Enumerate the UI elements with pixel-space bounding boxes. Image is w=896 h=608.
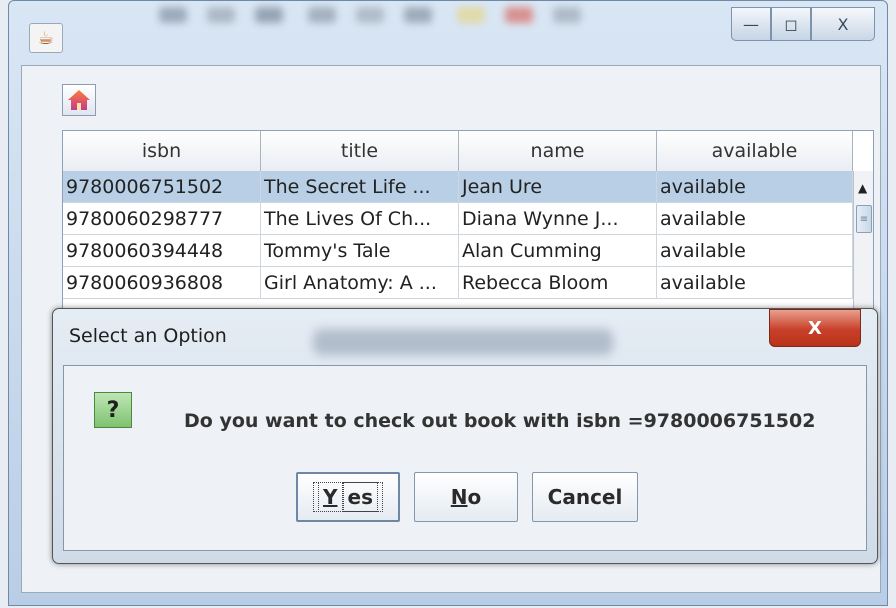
yes-button[interactable]: Yes (296, 472, 400, 522)
maximize-icon: ◻ (784, 14, 798, 34)
column-header-available[interactable]: available (657, 131, 853, 171)
cell-title[interactable]: Tommy's Tale (261, 235, 459, 267)
java-cup-icon[interactable]: ☕ (29, 23, 63, 53)
cell-isbn[interactable]: 9780006751502 (63, 171, 261, 203)
cell-name[interactable]: Jean Ure (459, 171, 657, 203)
cell-isbn[interactable]: 9780060394448 (63, 235, 261, 267)
cell-name[interactable]: Alan Cumming (459, 235, 657, 267)
close-icon: X (837, 14, 849, 34)
cell-available[interactable]: available (657, 235, 853, 267)
minimize-button[interactable]: — (731, 7, 771, 41)
blurred-taskbar-icons (149, 7, 669, 37)
table-header: isbn title name available (63, 131, 853, 172)
dialog-body: ? Do you want to check out book with isb… (63, 365, 867, 551)
column-header-name[interactable]: name (459, 131, 657, 171)
cell-isbn[interactable]: 9780060936808 (63, 267, 261, 299)
cell-available[interactable]: available (657, 267, 853, 299)
blurred-background-text (313, 329, 613, 355)
column-header-isbn[interactable]: isbn (63, 131, 261, 171)
dialog-title: Select an Option (69, 325, 227, 347)
scroll-up-arrow-icon[interactable]: ▲ (858, 181, 867, 195)
maximize-button[interactable]: ◻ (771, 7, 811, 41)
home-icon (68, 90, 90, 110)
no-button[interactable]: No (414, 472, 518, 522)
window-caption-buttons: — ◻ X (731, 7, 875, 41)
minimize-icon: — (743, 14, 759, 34)
cell-title[interactable]: Girl Anatomy: A ... (261, 267, 459, 299)
cell-isbn[interactable]: 9780060298777 (63, 203, 261, 235)
close-button[interactable]: X (811, 7, 875, 41)
home-button[interactable] (62, 84, 96, 116)
column-header-title[interactable]: title (261, 131, 459, 171)
dialog-message: Do you want to check out book with isbn … (184, 410, 816, 432)
table-row[interactable]: 9780060394448 Tommy's Tale Alan Cumming … (63, 235, 853, 267)
scroll-thumb[interactable]: ≡ (856, 205, 872, 233)
table-row[interactable]: 9780060298777 The Lives Of Ch... Diana W… (63, 203, 853, 235)
table-row[interactable]: 9780060936808 Girl Anatomy: A ... Rebecc… (63, 267, 853, 299)
cell-title[interactable]: The Lives Of Ch... (261, 203, 459, 235)
dialog-close-button[interactable]: X (769, 309, 861, 347)
close-icon: X (808, 317, 822, 339)
cancel-button[interactable]: Cancel (532, 472, 638, 522)
table-row[interactable]: 9780006751502 The Secret Life ... Jean U… (63, 171, 853, 203)
cell-name[interactable]: Rebecca Bloom (459, 267, 657, 299)
confirm-dialog: Select an Option X ? Do you want to chec… (52, 308, 878, 564)
cell-available[interactable]: available (657, 171, 853, 203)
cell-available[interactable]: available (657, 203, 853, 235)
cell-title[interactable]: The Secret Life ... (261, 171, 459, 203)
question-icon: ? (94, 392, 132, 428)
cell-name[interactable]: Diana Wynne J... (459, 203, 657, 235)
